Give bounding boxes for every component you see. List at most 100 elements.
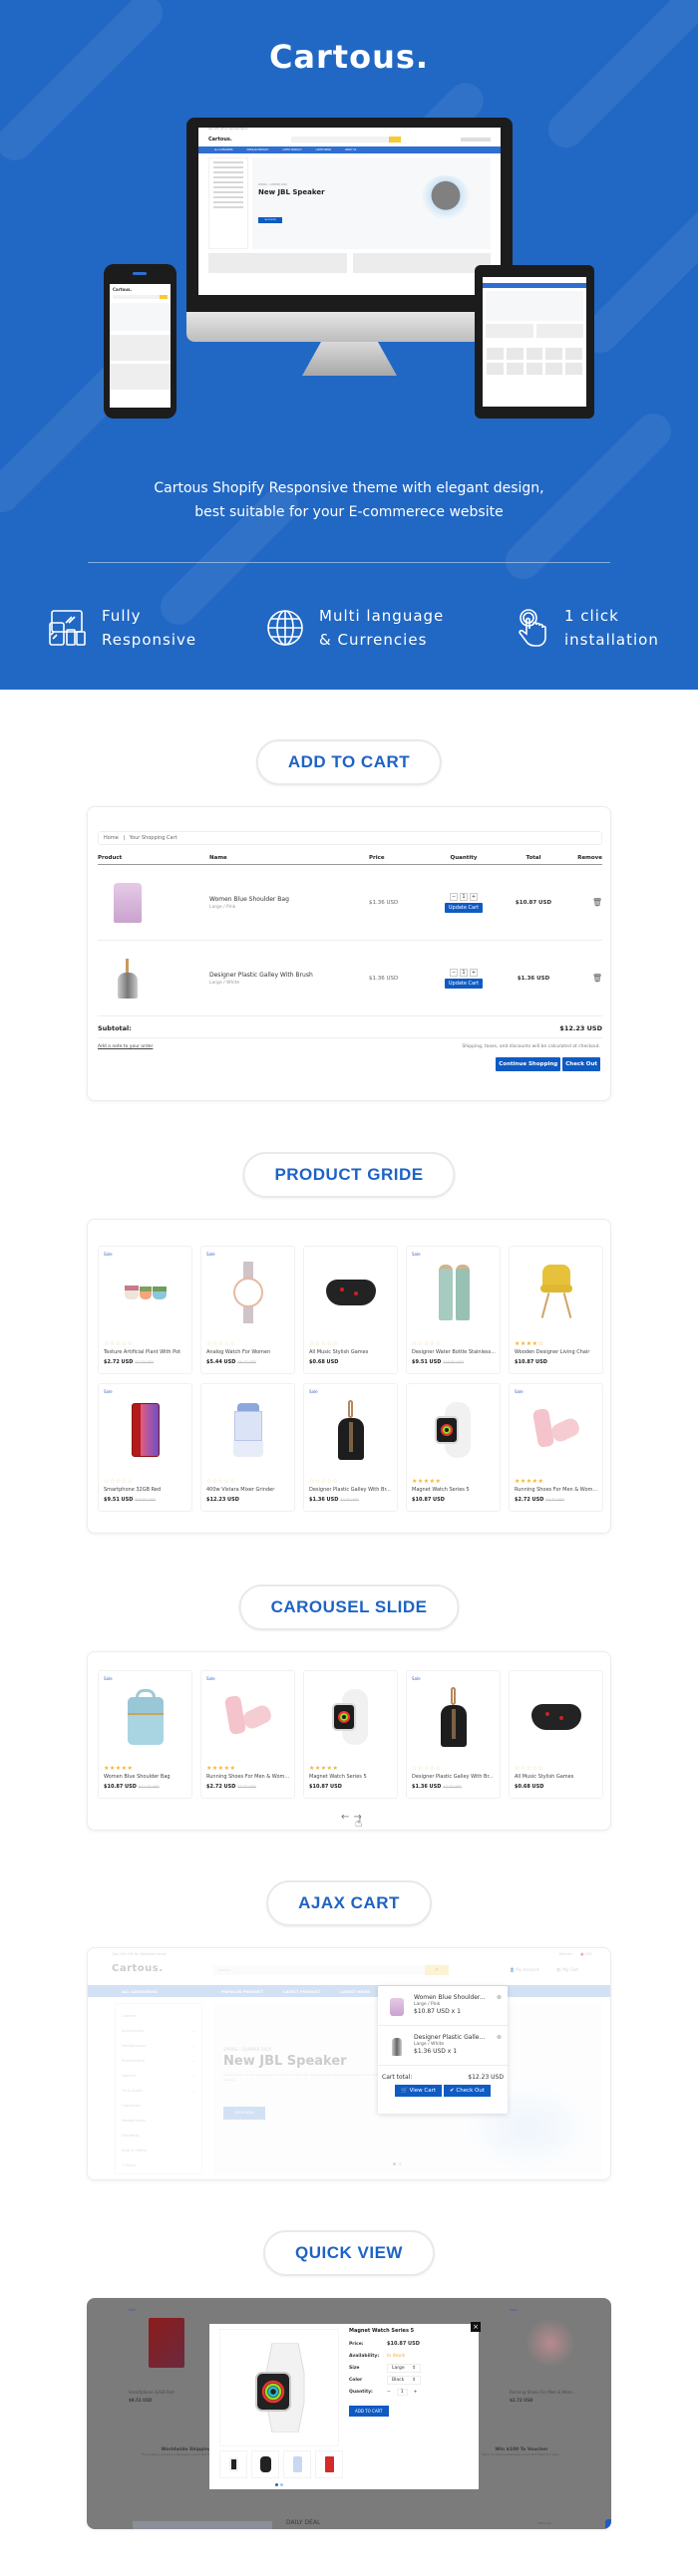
quantity-input[interactable]: 1	[460, 968, 468, 977]
decrement-button[interactable]: −	[450, 968, 458, 977]
product-name[interactable]: Designer Plastic Galley With Br...	[412, 1774, 498, 1780]
dropdown-item-name[interactable]: Women Blue Shoulder...	[414, 1994, 497, 2001]
increment-button[interactable]: +	[470, 892, 478, 901]
mixer-grinder-image[interactable]	[219, 1398, 277, 1462]
product-name[interactable]: All Music Stylish Games	[309, 1349, 395, 1355]
product-thumbnail[interactable]	[118, 958, 138, 999]
increment-button[interactable]: +	[414, 2390, 418, 2395]
product-name[interactable]: 400w Vistara Mixer Grinder	[206, 1487, 292, 1493]
thumbnail-dots	[275, 2483, 283, 2486]
thumbnail-red-smartphone[interactable]	[315, 2450, 343, 2478]
slide-dot[interactable]	[275, 2483, 278, 2486]
succulent-pots-image[interactable]	[117, 1261, 174, 1324]
add-note-link[interactable]: Add a note to your order	[98, 1044, 153, 1049]
product-price: $2.72 USD $3.77 USD	[206, 1784, 256, 1790]
decrement-button[interactable]: −	[450, 892, 458, 901]
cart-item-name[interactable]: Women Blue Shoulder Bag	[209, 896, 369, 903]
cart-row: Designer Plastic Galley With Brush Large …	[98, 941, 602, 1016]
product-card[interactable]: ☆☆☆☆☆ 400w Vistara Mixer Grinder $12.23 …	[200, 1383, 295, 1512]
feature-responsive: Fully Responsive	[48, 604, 196, 652]
product-thumbnail[interactable]	[114, 882, 142, 923]
product-card[interactable]: ☆☆☆☆☆ All Music Stylish Games $0.68 USD	[303, 1246, 398, 1374]
responsive-devices-icon	[49, 610, 86, 646]
game-controller-image[interactable]	[527, 1685, 585, 1749]
dustpan-brush-image[interactable]	[322, 1398, 380, 1462]
cart-item-variant: Large / Pink	[209, 904, 236, 910]
remove-item-icon[interactable]: ⊗	[497, 2034, 502, 2041]
pink-sneakers-image[interactable]	[219, 1685, 277, 1749]
sale-badge: Sale	[104, 1252, 113, 1257]
slide-dot[interactable]	[280, 2483, 283, 2486]
product-card[interactable]: Sale ★★★★★ Running Shoes For Men & Wom..…	[509, 1383, 603, 1512]
game-controller-image[interactable]	[322, 1261, 380, 1324]
product-card[interactable]: ★★★★☆ Wooden Designer Living Chair $10.8…	[509, 1246, 603, 1374]
quantity-stepper[interactable]: −1 +	[429, 968, 499, 977]
dropdown-item-name[interactable]: Designer Plastic Galle...	[414, 2034, 497, 2041]
yellow-chair-image[interactable]	[527, 1261, 585, 1324]
product-name[interactable]: Magnet Watch Series 5	[412, 1487, 498, 1493]
update-cart-button[interactable]: Update Cart	[444, 978, 484, 989]
dropdown-checkout-button[interactable]: ✔ Check Out	[444, 2085, 492, 2097]
product-card[interactable]: ★★★★★ Magnet Watch Series 5 $10.87 USD	[406, 1383, 501, 1512]
arrow-left-icon[interactable]: ←	[341, 1812, 349, 1823]
product-card[interactable]: Sale ☆☆☆☆☆ Analog Watch For Women $5.44 …	[200, 1246, 295, 1374]
check-icon: ✔	[450, 2088, 455, 2094]
product-name[interactable]: Women Blue Shoulder Bag	[104, 1774, 189, 1780]
cart-item-name[interactable]: Designer Plastic Galley With Brush	[209, 972, 369, 979]
trash-icon[interactable]: 🗑	[592, 898, 602, 907]
product-name[interactable]: Magnet Watch Series 5	[309, 1774, 395, 1780]
color-select[interactable]: Black ⇕	[387, 2375, 421, 2385]
dustpan-brush-image[interactable]	[425, 1685, 483, 1749]
product-name[interactable]: Running Shoes For Men & Wom...	[206, 1774, 292, 1780]
product-name[interactable]: Texture Artificial Plant With Pot	[104, 1349, 189, 1355]
blue-backpack-image[interactable]	[117, 1685, 174, 1749]
smart-watch-image[interactable]	[322, 1685, 380, 1749]
thumbnail-black-watch[interactable]	[251, 2450, 279, 2478]
product-card[interactable]: ☆☆☆☆☆ All Music Stylish Games $0.68 USD	[509, 1670, 603, 1799]
analog-watch-image[interactable]	[219, 1261, 277, 1324]
increment-button[interactable]: +	[470, 968, 478, 977]
decrement-button[interactable]: −	[387, 2390, 391, 2395]
size-select[interactable]: Large ⇕	[387, 2363, 421, 2373]
remove-item-icon[interactable]: ⊗	[497, 1994, 502, 2001]
product-name[interactable]: Smartphone 32GB Red	[104, 1487, 189, 1493]
view-cart-button[interactable]: 🛒 View Cart	[394, 2085, 443, 2097]
product-card[interactable]: Sale ☆☆☆☆☆ Texture Artificial Plant With…	[98, 1246, 192, 1374]
quantity-input[interactable]: 1	[460, 892, 468, 901]
product-card[interactable]: Sale ★★★★★ Women Blue Shoulder Bag $10.8…	[98, 1670, 192, 1799]
product-card[interactable]: Sale ☆☆☆☆☆ Designer Water Bottle Stainle…	[406, 1246, 501, 1374]
smart-watch-image[interactable]	[425, 1398, 483, 1462]
update-cart-button[interactable]: Update Cart	[444, 902, 484, 913]
checkout-button[interactable]: Check Out	[562, 1057, 600, 1071]
product-card[interactable]: Sale ☆☆☆☆☆ Designer Plastic Galley With …	[303, 1383, 398, 1512]
product-card[interactable]: Sale ☆☆☆☆☆ Smartphone 32GB Red $9.51 USD…	[98, 1383, 192, 1512]
product-name[interactable]: Running Shoes For Men & Wom...	[515, 1487, 600, 1493]
product-card[interactable]: Sale ☆☆☆☆☆ Designer Plastic Galley With …	[406, 1670, 501, 1799]
breadcrumb-home[interactable]: Home	[104, 835, 119, 841]
pink-sneakers-image[interactable]	[527, 1398, 585, 1462]
product-name[interactable]: All Music Stylish Games	[515, 1774, 600, 1780]
product-card[interactable]: ★★★★★ Magnet Watch Series 5 $10.87 USD	[303, 1670, 398, 1799]
red-smartphone-image[interactable]	[117, 1398, 174, 1462]
cart-total-label: Cart total:	[382, 2074, 413, 2081]
product-name[interactable]: Designer Water Bottle Stainless...	[412, 1349, 498, 1355]
trash-icon[interactable]: 🗑	[592, 974, 602, 983]
scroll-to-top-button[interactable]	[605, 2519, 611, 2529]
current-price: $2.72 USD	[206, 1784, 236, 1790]
continue-shopping-button[interactable]: Continue Shopping	[496, 1057, 561, 1071]
quantity-stepper[interactable]: −1 +	[429, 892, 499, 901]
product-name[interactable]: Wooden Designer Living Chair	[515, 1349, 600, 1355]
modal-main-image	[219, 2329, 339, 2446]
thumbnail-white-watch[interactable]	[219, 2450, 247, 2478]
product-name[interactable]: Designer Plastic Galley With Br...	[309, 1487, 395, 1493]
modal-add-to-cart-button[interactable]: ADD TO CART	[349, 2406, 389, 2417]
quantity-input[interactable]: 1	[396, 2388, 408, 2396]
modal-quantity-stepper[interactable]: −1 +	[387, 2388, 418, 2396]
product-name[interactable]: Analog Watch For Women	[206, 1349, 292, 1355]
section-title-ajax-cart: AJAX CART	[266, 1880, 432, 1926]
water-bottles-image[interactable]	[425, 1261, 483, 1324]
product-card[interactable]: Sale ★★★★★ Running Shoes For Men & Wom..…	[200, 1670, 295, 1799]
cart-item-price: $1.36 USD	[369, 899, 399, 906]
thumbnail-mixer-grinder[interactable]	[283, 2450, 311, 2478]
close-icon[interactable]: ×	[471, 2322, 481, 2332]
